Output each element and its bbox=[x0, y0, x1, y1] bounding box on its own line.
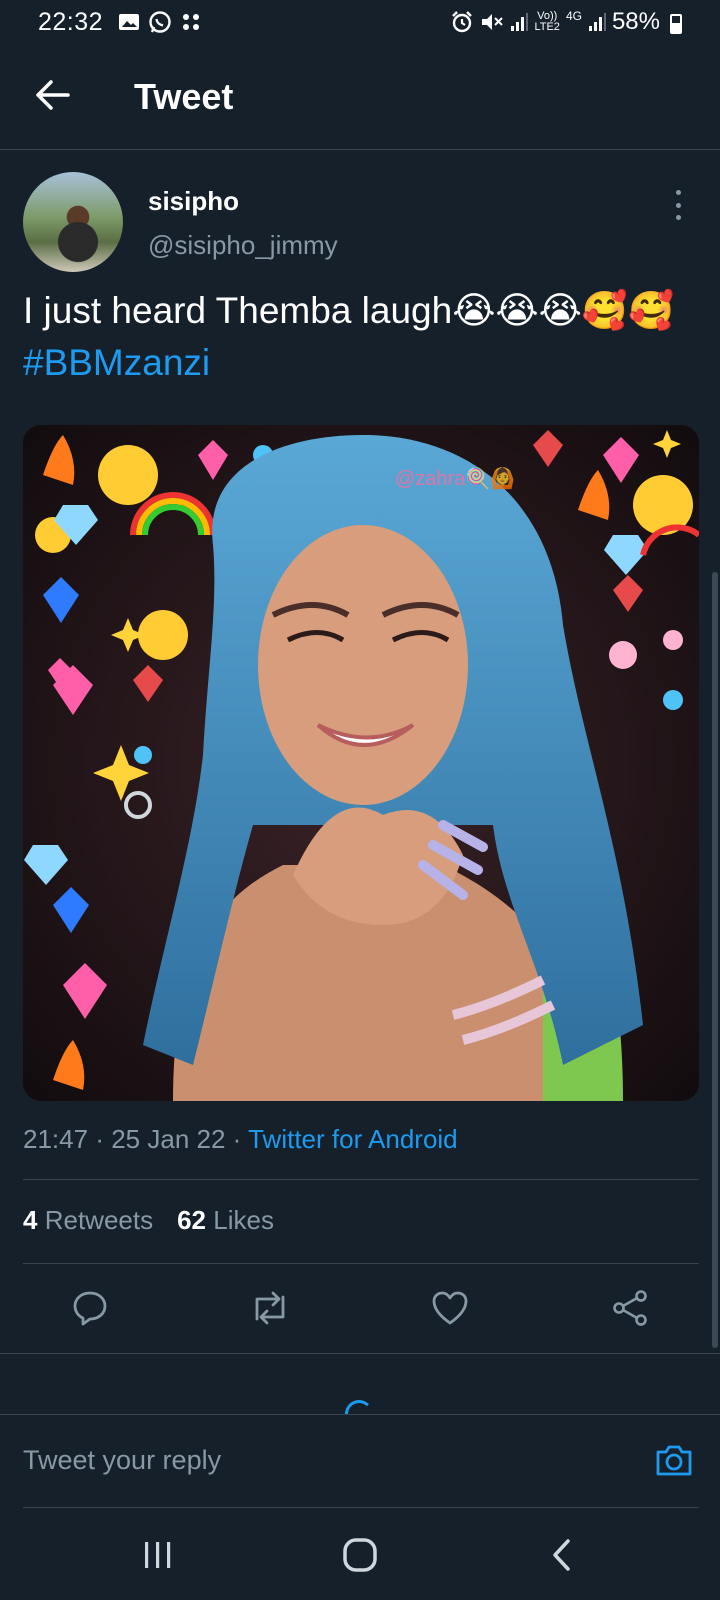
retweet-icon bbox=[255, 1291, 285, 1325]
status-bar: 22:32 Vo)) LTE2 4G 58% bbox=[0, 0, 720, 46]
meta-separator: · bbox=[95, 1124, 104, 1154]
battery-percent: 58% bbox=[611, 8, 660, 35]
arrow-left-icon bbox=[36, 80, 70, 110]
likes-label: Likes bbox=[213, 1205, 274, 1235]
share-icon bbox=[613, 1290, 647, 1326]
retweets-count-link[interactable]: 4 Retweets bbox=[23, 1205, 153, 1236]
system-indicators: Vo)) LTE2 4G 58% bbox=[450, 8, 670, 36]
battery-icon bbox=[670, 14, 682, 34]
tweet-date: 25 Jan 22 bbox=[111, 1124, 226, 1154]
divider bbox=[23, 1179, 699, 1180]
system-navigation-bar bbox=[0, 1508, 720, 1600]
page-title: Tweet bbox=[134, 76, 234, 117]
more-dot-icon bbox=[675, 190, 681, 195]
heart-icon bbox=[432, 1291, 468, 1325]
more-options-button[interactable] bbox=[668, 190, 688, 220]
tweet-source-link[interactable]: Twitter for Android bbox=[248, 1124, 458, 1154]
reply-input[interactable]: Tweet your reply bbox=[23, 1445, 221, 1476]
avatar[interactable] bbox=[23, 172, 123, 272]
engagement-counts: 4 Retweets 62 Likes bbox=[23, 1205, 274, 1236]
gallery-icon bbox=[119, 14, 139, 30]
meta-separator: · bbox=[232, 1124, 242, 1154]
tweet-body: I just heard Themba laugh😭😭😭🥰🥰 bbox=[23, 290, 675, 331]
reply-button[interactable] bbox=[66, 1284, 114, 1332]
signal-icon-2 bbox=[588, 13, 606, 31]
back-button[interactable] bbox=[28, 70, 78, 120]
home-icon bbox=[343, 1538, 377, 1572]
tweet-detail-screen: 22:32 Vo)) LTE2 4G 58% Tweet sisipho @si… bbox=[0, 0, 720, 1600]
retweets-label: Retweets bbox=[44, 1205, 154, 1235]
back-nav-button[interactable] bbox=[532, 1530, 592, 1580]
camera-icon bbox=[656, 1445, 692, 1476]
home-button[interactable] bbox=[330, 1530, 390, 1580]
author-display-name[interactable]: sisipho bbox=[148, 186, 239, 217]
tweet-meta: 21:47 · 25 Jan 22 · Twitter for Android bbox=[23, 1124, 458, 1155]
chevron-left-icon bbox=[553, 1539, 570, 1571]
top-app-bar: Tweet bbox=[0, 46, 720, 150]
status-time: 22:32 bbox=[38, 8, 104, 36]
hashtag-link[interactable]: #BBMzanzi bbox=[23, 342, 210, 383]
retweet-button[interactable] bbox=[246, 1284, 294, 1332]
divider bbox=[0, 1353, 720, 1354]
tweet-text: I just heard Themba laugh😭😭😭🥰🥰 #BBMzanzi bbox=[23, 285, 703, 389]
app-notification-icon bbox=[183, 14, 199, 30]
mute-icon bbox=[482, 14, 504, 30]
like-button[interactable] bbox=[426, 1284, 474, 1332]
notification-icons bbox=[118, 10, 202, 34]
likes-count: 62 bbox=[177, 1205, 207, 1235]
volte-lte-label: Vo)) LTE2 bbox=[534, 11, 559, 33]
speech-bubble-icon bbox=[73, 1291, 107, 1326]
media-illustration: @zahra🍭🙆 bbox=[23, 425, 699, 1101]
lte-label: LTE2 bbox=[534, 21, 560, 33]
recent-apps-button[interactable] bbox=[128, 1530, 188, 1580]
signal-icon-1 bbox=[511, 13, 529, 31]
share-button[interactable] bbox=[606, 1284, 654, 1332]
reply-composer-bar: Tweet your reply bbox=[0, 1414, 720, 1508]
tweet-media-image[interactable]: @zahra🍭🙆 bbox=[23, 425, 699, 1101]
tweet-actions bbox=[0, 1270, 720, 1350]
author-handle[interactable]: @sisipho_jimmy bbox=[148, 230, 338, 261]
network-type-label: 4G bbox=[565, 9, 582, 23]
more-dot-icon bbox=[675, 215, 681, 220]
media-watermark: @zahra🍭🙆 bbox=[395, 465, 515, 490]
whatsapp-icon bbox=[149, 11, 171, 33]
recent-apps-icon bbox=[145, 1542, 171, 1568]
camera-button[interactable] bbox=[651, 1437, 697, 1483]
more-dot-icon bbox=[675, 202, 681, 208]
retweets-count: 4 bbox=[23, 1205, 38, 1235]
divider bbox=[23, 1263, 699, 1264]
scrollbar[interactable] bbox=[712, 572, 718, 1348]
tweet-time: 21:47 bbox=[23, 1124, 89, 1154]
likes-count-link[interactable]: 62 Likes bbox=[177, 1205, 274, 1236]
alarm-icon bbox=[452, 11, 473, 33]
